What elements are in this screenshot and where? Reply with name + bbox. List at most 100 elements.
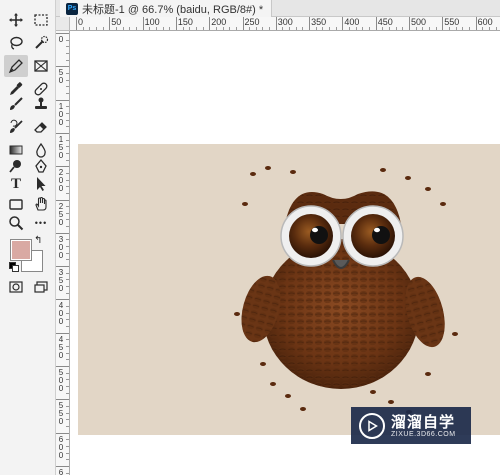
photoshop-file-icon: Ps bbox=[66, 2, 78, 15]
ruler-minor-tick bbox=[235, 27, 237, 30]
ruler-minor-tick bbox=[66, 86, 69, 88]
ruler-label: 450 bbox=[58, 334, 64, 360]
ruler-tick bbox=[56, 166, 69, 168]
zoom-tool[interactable] bbox=[4, 212, 28, 234]
history-brush-tool[interactable] bbox=[4, 116, 28, 138]
lasso-icon bbox=[10, 36, 23, 50]
move-icon bbox=[9, 13, 23, 27]
ruler-label: 350 bbox=[311, 17, 327, 27]
path-select-tool[interactable] bbox=[29, 173, 53, 195]
ruler-minor-tick bbox=[66, 405, 69, 407]
frame-icon bbox=[34, 60, 48, 72]
move-tool[interactable] bbox=[4, 9, 28, 31]
zoom-icon bbox=[9, 216, 24, 231]
ruler-label: 600 bbox=[58, 434, 64, 460]
ruler-tick bbox=[275, 17, 277, 30]
lasso-tool[interactable] bbox=[4, 32, 28, 54]
ruler-minor-tick bbox=[262, 27, 264, 30]
ruler-minor-tick bbox=[66, 385, 69, 387]
ruler-minor-tick bbox=[295, 27, 297, 30]
ruler-label: 300 bbox=[277, 17, 293, 27]
ruler-origin[interactable] bbox=[56, 17, 70, 31]
ruler-label: 50 bbox=[111, 17, 122, 27]
document-tab-bar: Ps 未标题-1 @ 66.7% (baidu, RGB/8#) * bbox=[56, 0, 500, 17]
ruler-minor-tick bbox=[66, 359, 69, 361]
pen-tool-active[interactable] bbox=[4, 55, 28, 77]
marquee-tool[interactable] bbox=[29, 9, 53, 31]
rectangle-icon bbox=[9, 199, 23, 210]
horizontal-ruler[interactable]: 0 50 100 150 200 250 300 350 400 450 500 550 600 bbox=[70, 17, 500, 31]
ruler-minor-tick bbox=[89, 27, 91, 30]
vertical-ruler[interactable]: 0 50 100 150 200 250 300 350 400 450 500 550 600 650 bbox=[56, 31, 70, 475]
ruler-label: 200 bbox=[211, 17, 227, 27]
ruler-minor-tick bbox=[335, 27, 337, 30]
ruler-label: 500 bbox=[58, 368, 64, 393]
ruler-minor-tick bbox=[66, 259, 69, 261]
ruler-minor-tick bbox=[169, 27, 171, 30]
ruler-minor-tick bbox=[66, 272, 69, 274]
screen-mode-button[interactable] bbox=[29, 276, 53, 298]
ruler-minor-tick bbox=[66, 126, 69, 128]
ruler-minor-tick bbox=[482, 27, 484, 30]
ruler-tick bbox=[76, 17, 77, 30]
ruler-tick bbox=[56, 266, 69, 268]
ruler-minor-tick bbox=[448, 27, 450, 30]
type-tool[interactable]: T bbox=[4, 173, 28, 195]
ruler-minor-tick bbox=[66, 445, 69, 447]
ruler-minor-tick bbox=[66, 252, 69, 254]
pen-icon bbox=[35, 158, 47, 173]
ruler-minor-tick bbox=[435, 27, 437, 30]
ruler-minor-tick bbox=[402, 27, 404, 30]
ruler-minor-tick bbox=[66, 239, 69, 241]
document-tab-title: 未标题-1 @ 66.7% (baidu, RGB/8#) * bbox=[82, 3, 264, 16]
more-tools[interactable]: ••• bbox=[29, 212, 53, 234]
eraser-tool[interactable] bbox=[29, 116, 53, 138]
ruler-minor-tick bbox=[66, 59, 69, 61]
ruler-minor-tick bbox=[66, 319, 69, 321]
quick-mask-button[interactable] bbox=[4, 276, 28, 298]
ruler-tick bbox=[242, 17, 244, 30]
swap-colors-icon[interactable]: ↰ bbox=[34, 235, 42, 246]
document-canvas[interactable]: 溜溜自学 ZIXUE.3D66.COM bbox=[70, 31, 500, 475]
ruler-minor-tick bbox=[66, 425, 69, 427]
history-brush-icon bbox=[10, 119, 23, 133]
ruler-tick bbox=[56, 199, 69, 201]
zixue-watermark: 溜溜自学 ZIXUE.3D66.COM bbox=[351, 407, 471, 444]
ruler-tick bbox=[56, 366, 69, 367]
ruler-minor-tick bbox=[422, 27, 424, 30]
ruler-minor-tick bbox=[66, 112, 69, 114]
ruler-minor-tick bbox=[66, 452, 69, 454]
ruler-tick bbox=[56, 232, 69, 234]
ruler-tick bbox=[56, 299, 69, 301]
ruler-minor-tick bbox=[66, 226, 69, 228]
ruler-minor-tick bbox=[66, 106, 69, 108]
ruler-minor-tick bbox=[202, 27, 204, 30]
brush-tool[interactable] bbox=[4, 93, 28, 115]
default-colors-icon[interactable] bbox=[9, 262, 19, 272]
ruler-minor-tick bbox=[66, 412, 69, 414]
ruler-minor-tick bbox=[155, 27, 157, 30]
ruler-tick bbox=[442, 17, 444, 30]
ruler-minor-tick bbox=[369, 27, 371, 30]
ruler-minor-tick bbox=[229, 27, 231, 30]
foreground-color-swatch[interactable] bbox=[10, 239, 32, 261]
ruler-minor-tick bbox=[182, 27, 184, 30]
ruler-minor-tick bbox=[66, 312, 69, 314]
ruler-label: 600 bbox=[477, 17, 493, 27]
ruler-minor-tick bbox=[462, 27, 464, 30]
ruler-label: 100 bbox=[58, 101, 64, 127]
stamp-tool[interactable] bbox=[29, 93, 53, 115]
ruler-minor-tick bbox=[329, 27, 331, 30]
ruler-label: 400 bbox=[344, 17, 360, 27]
ruler-minor-tick bbox=[66, 172, 69, 174]
document-tab[interactable]: Ps 未标题-1 @ 66.7% (baidu, RGB/8#) * bbox=[60, 0, 273, 17]
frame-tool[interactable] bbox=[29, 55, 53, 77]
ruler-minor-tick bbox=[349, 27, 351, 30]
ruler-label: 150 bbox=[177, 17, 193, 27]
quick-select-tool[interactable] bbox=[29, 32, 53, 54]
ellipsis-icon: ••• bbox=[34, 218, 48, 228]
ruler-minor-tick bbox=[66, 39, 69, 41]
quick-select-icon bbox=[35, 35, 49, 49]
ruler-label: 50 bbox=[58, 68, 64, 86]
ruler-minor-tick bbox=[289, 27, 291, 30]
